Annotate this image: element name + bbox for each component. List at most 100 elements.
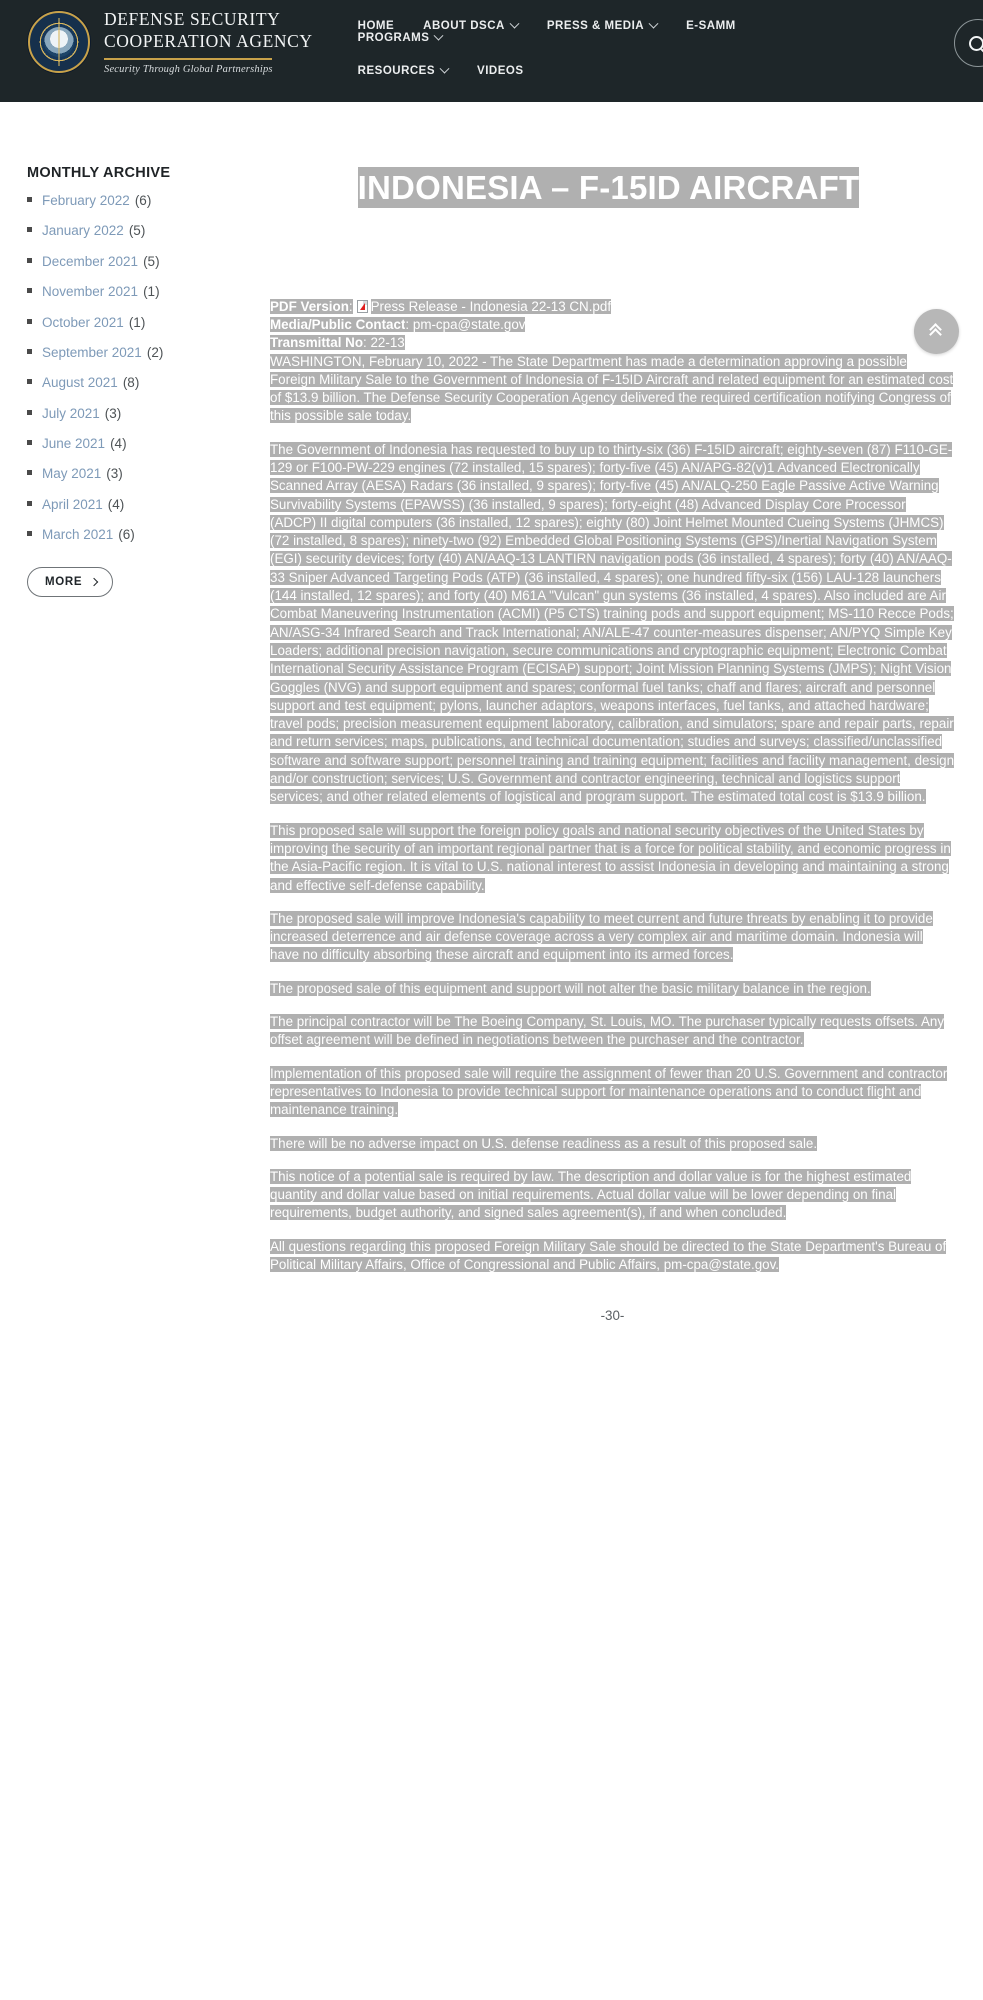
nav-item-programs[interactable]: PROGRAMS (357, 30, 444, 44)
archive-count: (5) (128, 223, 146, 239)
nav-item-e-samm[interactable]: E-SAMM (686, 20, 736, 32)
list-item[interactable]: February 2022 (6) (27, 193, 252, 209)
brand-line-2: COOPERATION AGENCY (104, 30, 313, 51)
nav-item-resources[interactable]: RESOURCES (357, 63, 450, 77)
archive-link[interactable]: March 2021 (42, 527, 113, 543)
meta-transmittal-label: Transmittal No (270, 335, 364, 351)
pdf-link[interactable]: Press Release - Indonesia 22-13 CN.pdf (370, 298, 612, 314)
more-button[interactable]: MORE (27, 566, 114, 597)
main-navigation: HOME ABOUT DSCA PRESS & MEDIA E-SAMM PRO… (358, 0, 798, 77)
archive-link[interactable]: June 2021 (42, 436, 105, 452)
nav-item-home-label: HOME (357, 20, 395, 32)
list-item[interactable]: March 2021 (6) (27, 527, 252, 543)
nav-item-resources-label: RESOURCES (357, 65, 436, 77)
archive-link[interactable]: August 2021 (42, 375, 118, 391)
press-release-article: PDF Version: Press Release - Indonesia 22… (262, 298, 955, 1333)
end-mark: -30- (600, 1308, 625, 1324)
nav-item-home[interactable]: HOME (358, 20, 395, 32)
chevron-down-icon (439, 63, 450, 74)
bullet-icon (27, 227, 32, 233)
bullet-icon (27, 409, 32, 415)
bullet-icon (27, 470, 32, 476)
archive-link[interactable]: May 2021 (42, 466, 101, 482)
scroll-to-top-button[interactable] (914, 309, 959, 354)
nav-row-secondary: RESOURCES VIDEOS (357, 63, 798, 77)
archive-count: (8) (122, 375, 140, 391)
meta-transmittal-value: 22-13 (370, 335, 405, 351)
article-meta: PDF Version: Press Release - Indonesia 22… (270, 298, 955, 353)
archive-count: (3) (104, 405, 122, 421)
nav-item-press-media-label: PRESS & MEDIA (546, 20, 645, 32)
bullet-icon (27, 379, 32, 385)
nav-item-videos[interactable]: VIDEOS (477, 65, 523, 77)
nav-item-e-samm-label: E-SAMM (686, 20, 736, 32)
brand-line-1: DEFENSE SECURITY (104, 9, 281, 29)
list-item[interactable]: December 2021 (5) (27, 254, 252, 270)
nav-item-programs-label: PROGRAMS (357, 32, 430, 44)
meta-transmittal: Transmittal No: 22-13 (270, 335, 405, 351)
page-title: INDONESIA – F-15ID AIRCRAFT (357, 167, 860, 208)
article-paragraph: The principal contractor will be The Boe… (270, 1014, 945, 1048)
bullet-icon (27, 288, 32, 294)
archive-count: (1) (128, 314, 146, 330)
list-item[interactable]: May 2021 (3) (27, 466, 252, 482)
archive-count: (3) (106, 466, 123, 482)
archive-list: February 2022 (6) January 2022 (5) Decembe… (27, 193, 252, 543)
archive-count: (4) (110, 436, 127, 451)
search-button[interactable] (954, 19, 983, 67)
meta-contact-value[interactable]: pm-cpa@state.gov (412, 317, 526, 333)
more-button-label: MORE (45, 575, 83, 588)
archive-link[interactable]: November 2021 (42, 284, 138, 300)
bullet-icon (27, 348, 32, 354)
pdf-file-icon[interactable] (356, 299, 368, 313)
nav-item-about-dsca-label: ABOUT DSCA (423, 20, 505, 32)
article-paragraph: The proposed sale of this equipment and … (270, 980, 871, 996)
list-item[interactable]: July 2021 (3) (27, 406, 252, 422)
article-paragraph: There will be no adverse impact on U.S. … (270, 1135, 818, 1151)
archive-count: (5) (143, 253, 160, 269)
article-paragraph: WASHINGTON, February 10, 2022 - The Stat… (270, 353, 954, 424)
archive-link[interactable]: April 2021 (42, 497, 103, 513)
archive-link[interactable]: October 2021 (42, 315, 124, 331)
bullet-icon (27, 500, 32, 506)
article-paragraph: All questions regarding this proposed Fo… (270, 1238, 947, 1272)
meta-contact-label: Media/Public Contact (270, 317, 406, 333)
list-item[interactable]: January 2022 (5) (27, 223, 252, 239)
search-icon (968, 35, 983, 51)
article-paragraph: This proposed sale will support the fore… (270, 822, 951, 893)
meta-pdf-label: PDF Version (270, 298, 349, 314)
archive-count: (4) (107, 496, 125, 512)
brand-text: DEFENSE SECURITY COOPERATION AGENCY Secu… (104, 9, 313, 75)
list-item[interactable]: August 2021 (8) (27, 375, 252, 391)
list-item[interactable]: November 2021 (1) (27, 284, 252, 300)
chevron-right-icon (90, 577, 99, 586)
archive-link[interactable]: July 2021 (42, 406, 100, 422)
archive-link[interactable]: December 2021 (42, 254, 138, 270)
archive-count: (6) (134, 193, 152, 208)
article-paragraph: The proposed sale will improve Indonesia… (270, 910, 933, 963)
meta-pdf-version: PDF Version: Press Release - Indonesia 22… (270, 298, 612, 314)
nav-item-press-media[interactable]: PRESS & MEDIA (546, 18, 659, 32)
bullet-icon (27, 531, 32, 537)
bullet-icon (27, 197, 32, 202)
list-item[interactable]: September 2021 (2) (27, 345, 252, 361)
page-body: MONTHLY ARCHIVE February 2022 (6) January… (0, 102, 983, 1333)
monthly-archive-sidebar: MONTHLY ARCHIVE February 2022 (6) January… (0, 165, 262, 597)
archive-link[interactable]: January 2022 (42, 223, 124, 239)
nav-item-videos-label: VIDEOS (477, 65, 524, 77)
meta-media-contact: Media/Public Contact: pm-cpa@state.gov (270, 317, 526, 333)
archive-count: (6) (118, 527, 135, 543)
article-paragraph: The Government of Indonesia has requeste… (270, 441, 955, 805)
article-paragraph: This notice of a potential sale is requi… (270, 1168, 912, 1221)
list-item[interactable]: October 2021 (1) (27, 315, 252, 331)
archive-count: (1) (143, 284, 160, 300)
brand-tagline: Security Through Global Partnerships (104, 63, 273, 75)
site-brand[interactable]: DEFENSE SECURITY COOPERATION AGENCY Secu… (0, 0, 313, 75)
article-paragraph: Implementation of this proposed sale wil… (270, 1065, 948, 1118)
list-item[interactable]: April 2021 (4) (27, 497, 252, 513)
archive-link[interactable]: February 2022 (42, 193, 130, 209)
list-item[interactable]: June 2021 (4) (27, 436, 252, 452)
archive-link[interactable]: September 2021 (42, 345, 142, 361)
dsca-seal-icon (28, 10, 90, 73)
sidebar-title: MONTHLY ARCHIVE (27, 165, 171, 181)
